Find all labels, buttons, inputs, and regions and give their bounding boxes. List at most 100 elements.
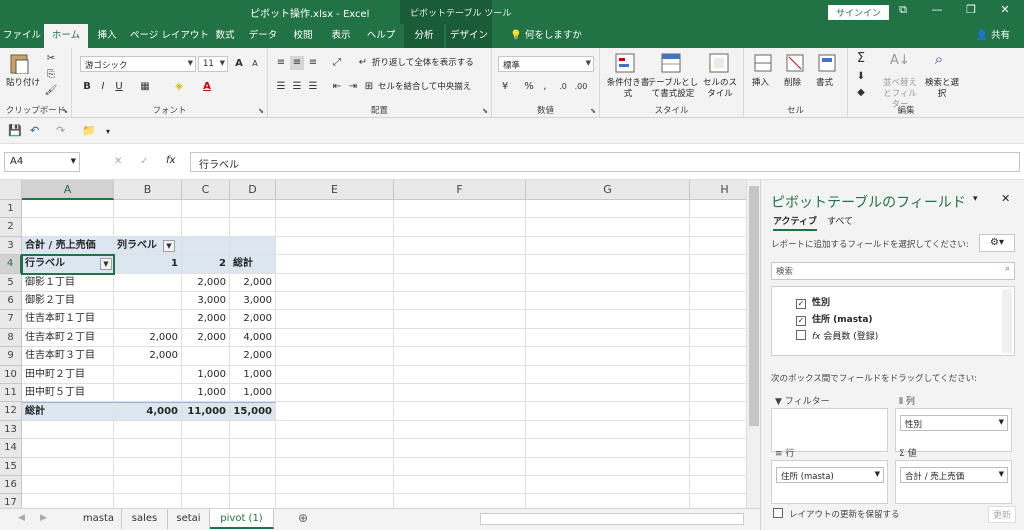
cell-G12[interactable] <box>526 402 690 421</box>
cell-B4[interactable]: 1 <box>114 255 182 274</box>
ribbon-display-icon[interactable]: ⧉ <box>888 3 918 21</box>
columns-field-pill[interactable]: 性別 ▼ <box>900 415 1008 431</box>
tab-3[interactable]: ページ レイアウト <box>130 24 209 48</box>
formula-input[interactable]: 行ラベル <box>190 152 1020 172</box>
cell-D16[interactable] <box>230 476 276 495</box>
scroll-thumb[interactable] <box>749 186 759 426</box>
cell-G7[interactable] <box>526 310 690 329</box>
font-size-combo[interactable]: 11 ▼ <box>198 56 228 72</box>
tab-4[interactable]: 数式 <box>208 24 242 48</box>
cell-A13[interactable] <box>22 420 114 440</box>
sort-filter-icon[interactable]: A↓ <box>890 54 910 68</box>
cell-G5[interactable] <box>526 273 690 292</box>
select-all-corner[interactable] <box>0 180 22 200</box>
cell-A2[interactable] <box>22 218 114 237</box>
rows-field-pill[interactable]: 住所 (masta) ▼ <box>776 467 884 483</box>
cell-B14[interactable] <box>114 439 182 458</box>
decrease-decimal-icon[interactable]: .00 <box>574 80 588 94</box>
cell-E7[interactable] <box>276 310 394 329</box>
sheet-tab-2[interactable]: setai <box>168 509 210 529</box>
cell-A11[interactable]: 田中町５丁目 <box>22 384 114 403</box>
cell-F14[interactable] <box>394 439 526 458</box>
cell-C15[interactable] <box>182 457 230 476</box>
alignment-launcher-icon[interactable]: ⬊ <box>482 107 488 115</box>
row-header-13[interactable]: 13 <box>0 420 22 440</box>
cell-B6[interactable] <box>114 292 182 311</box>
cell-B11[interactable] <box>114 384 182 403</box>
tab-0[interactable]: ファイル <box>0 24 44 48</box>
cell-D6[interactable]: 3,000 <box>230 292 276 311</box>
cell-C7[interactable]: 2,000 <box>182 310 230 329</box>
cell-D15[interactable] <box>230 457 276 476</box>
cell-A16[interactable] <box>22 476 114 495</box>
cell-E3[interactable] <box>276 236 394 256</box>
values-field-pill[interactable]: 合計 / 売上売価 ▼ <box>900 467 1008 483</box>
format-painter-icon[interactable]: 🖌 <box>44 84 58 98</box>
defer-checkbox[interactable] <box>773 508 783 518</box>
cell-A10[interactable]: 田中町２丁目 <box>22 365 114 384</box>
tab-all[interactable]: すべて <box>827 214 853 227</box>
save-icon[interactable]: 💾 <box>8 124 22 137</box>
row-header-14[interactable]: 14 <box>0 439 22 458</box>
tab-9[interactable]: 分析 <box>404 24 444 48</box>
cell-G11[interactable] <box>526 384 690 403</box>
row-header-4[interactable]: 4 <box>0 255 22 274</box>
cell-E1[interactable] <box>276 200 394 219</box>
cell-A6[interactable]: 御影２丁目 <box>22 292 114 311</box>
column-header-D[interactable]: D <box>230 180 276 200</box>
field-checkbox[interactable] <box>796 330 806 340</box>
cell-C2[interactable] <box>182 218 230 237</box>
border-icon[interactable]: ▦ <box>138 80 152 94</box>
cell-A12[interactable]: 総計 <box>22 402 114 421</box>
cell-F17[interactable] <box>394 494 526 508</box>
insert-cells-button[interactable]: 挿入 <box>752 78 769 89</box>
table-format-button[interactable]: テーブルとして書式設定 <box>646 78 700 100</box>
tab-11[interactable]: 💡 何をしますか <box>506 24 586 48</box>
cell-F4[interactable] <box>394 255 526 274</box>
format-cells-icon[interactable] <box>816 52 840 74</box>
values-area[interactable]: 合計 / 売上売価 ▼ <box>895 460 1012 504</box>
number-format-combo[interactable]: 標準 ▼ <box>498 56 594 72</box>
cell-G6[interactable] <box>526 292 690 311</box>
rows-area[interactable]: 住所 (masta) ▼ <box>771 460 888 504</box>
cell-D7[interactable]: 2,000 <box>230 310 276 329</box>
insert-function-icon[interactable]: fx <box>166 155 175 166</box>
signin-button[interactable]: サインイン <box>828 5 890 20</box>
cell-E5[interactable] <box>276 273 394 292</box>
cell-E12[interactable] <box>276 402 394 421</box>
fill-color-icon[interactable]: ◈ <box>172 80 186 94</box>
minimize-icon[interactable]: — <box>922 3 952 21</box>
field-list-scrollbar[interactable] <box>1002 289 1012 353</box>
pane-close-icon[interactable]: ✕ <box>1001 192 1010 205</box>
cell-C4[interactable]: 2 <box>182 255 230 274</box>
cell-F1[interactable] <box>394 200 526 219</box>
align-left-icon[interactable]: ☰ <box>274 80 288 94</box>
row-header-2[interactable]: 2 <box>0 218 22 237</box>
cell-G1[interactable] <box>526 200 690 219</box>
cell-A8[interactable]: 住吉本町２丁目 <box>22 328 114 348</box>
cell-E4[interactable] <box>276 255 394 274</box>
cell-A1[interactable] <box>22 200 114 219</box>
close-icon[interactable]: ✕ <box>990 3 1020 21</box>
cell-style-icon[interactable] <box>708 52 732 74</box>
cell-E6[interactable] <box>276 292 394 311</box>
row-header-9[interactable]: 9 <box>0 347 22 366</box>
cell-C3[interactable] <box>182 236 230 256</box>
cell-G14[interactable] <box>526 439 690 458</box>
cell-E10[interactable] <box>276 365 394 384</box>
autosum-icon[interactable]: Σ <box>854 52 868 66</box>
cell-F13[interactable] <box>394 420 526 440</box>
orientation-icon[interactable]: ⤢ <box>330 56 344 70</box>
cell-E14[interactable] <box>276 439 394 458</box>
row-header-17[interactable]: 17 <box>0 494 22 508</box>
search-icon[interactable]: ⌕ <box>932 52 946 67</box>
cell-D9[interactable]: 2,000 <box>230 347 276 366</box>
cell-F7[interactable] <box>394 310 526 329</box>
cell-F12[interactable] <box>394 402 526 421</box>
col-label-dropdown[interactable]: ▼ <box>163 239 175 252</box>
vertical-scrollbar[interactable] <box>746 180 760 508</box>
cell-B9[interactable]: 2,000 <box>114 347 182 366</box>
cell-F10[interactable] <box>394 365 526 384</box>
cell-D4[interactable]: 総計 <box>230 255 276 274</box>
cell-G3[interactable] <box>526 236 690 256</box>
